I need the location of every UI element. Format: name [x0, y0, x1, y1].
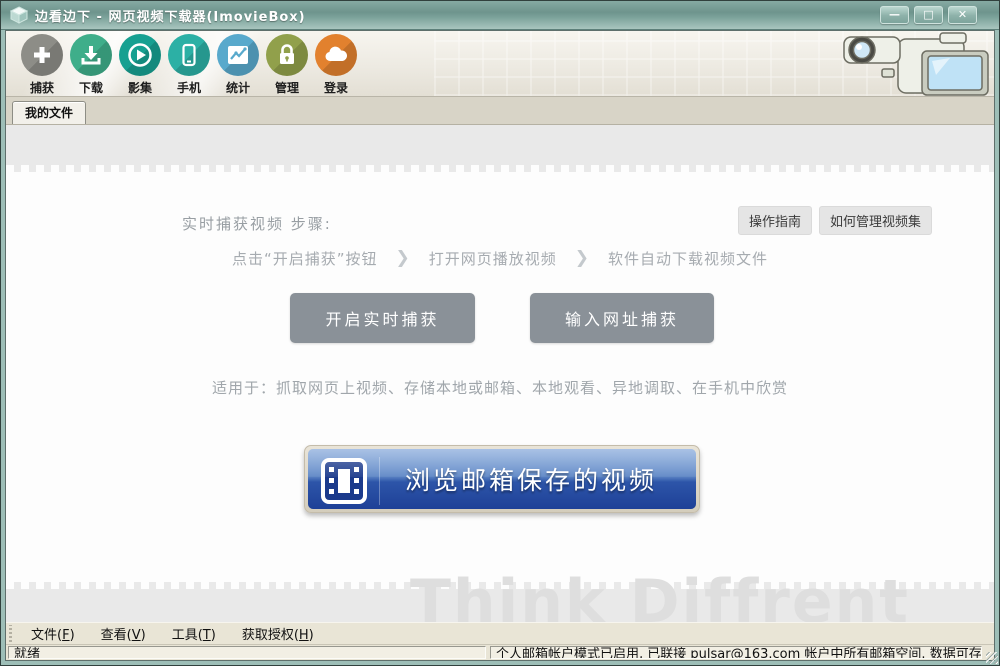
- step-3: 软件自动下载视频文件: [608, 248, 768, 269]
- toolbar-phone-button[interactable]: 手机: [165, 34, 213, 96]
- status-bar: 就绪 个人邮箱帐户模式已启用, 已联接 pulsar@163.com 帐户中所有…: [6, 645, 994, 660]
- minimize-button[interactable]: —: [880, 6, 909, 24]
- window-title: 边看边下 - 网页视频下载器(ImovieBox): [35, 6, 306, 25]
- toolbar-download-button[interactable]: 下载: [67, 34, 115, 96]
- camcorder-illustration: [840, 31, 992, 97]
- steps-row: 点击“开启捕获”按钮 ❯ 打开网页播放视频 ❯ 软件自动下载视频文件: [6, 246, 994, 270]
- main-toolbar: 捕获 下载: [6, 31, 994, 97]
- menu-view[interactable]: 查看(V): [88, 622, 159, 645]
- lock-icon: [266, 34, 308, 76]
- play-icon: [119, 34, 161, 76]
- toolbar-login-button[interactable]: 登录: [312, 34, 360, 96]
- toolbar-capture-button[interactable]: 捕获: [18, 34, 66, 96]
- window-controls: — □ ✕: [880, 6, 991, 24]
- browse-button-label: 浏览邮箱保存的视频: [380, 461, 696, 497]
- tab-bar: 我的文件: [6, 97, 994, 125]
- menu-bar: 文件(F) 查看(V) 工具(T) 获取授权(H): [6, 622, 994, 645]
- manage-collection-button[interactable]: 如何管理视频集: [819, 206, 932, 235]
- browse-mail-videos-button[interactable]: 浏览邮箱保存的视频: [304, 445, 700, 513]
- download-icon: [70, 34, 112, 76]
- maximize-button[interactable]: □: [914, 6, 943, 24]
- tab-my-files[interactable]: 我的文件: [12, 101, 86, 124]
- content-area: 实时捕获视频 步骤: 操作指南 如何管理视频集 点击“开启捕获”按钮 ❯ 打开网…: [6, 125, 994, 622]
- toolbar-manage-button[interactable]: 管理: [263, 34, 311, 96]
- film-strip-icon: [308, 457, 380, 505]
- enter-url-capture-button[interactable]: 输入网址捕获: [530, 293, 714, 343]
- toolbar-items: 捕获 下载: [18, 34, 360, 96]
- menu-file[interactable]: 文件(F): [18, 622, 88, 645]
- app-window: 边看边下 - 网页视频下载器(ImovieBox) — □ ✕ 捕获: [0, 0, 1000, 666]
- toolbar-stats-button[interactable]: 统计: [214, 34, 262, 96]
- app-cube-icon: [9, 5, 29, 25]
- chart-icon: [217, 34, 259, 76]
- close-button[interactable]: ✕: [948, 6, 977, 24]
- plus-icon: [21, 34, 63, 76]
- phone-icon: [168, 34, 210, 76]
- chevron-right-icon: ❯: [575, 248, 590, 268]
- status-account-info: 个人邮箱帐户模式已启用, 已联接 pulsar@163.com 帐户中所有邮箱空…: [490, 646, 982, 659]
- menu-tools[interactable]: 工具(T): [159, 622, 229, 645]
- section-title: 实时捕获视频 步骤:: [182, 213, 332, 234]
- chevron-right-icon: ❯: [396, 248, 411, 268]
- resize-grip[interactable]: [986, 652, 998, 664]
- cloud-icon: [315, 34, 357, 76]
- start-capture-button[interactable]: 开启实时捕获: [290, 293, 475, 343]
- toolbar-album-button[interactable]: 影集: [116, 34, 164, 96]
- menu-license[interactable]: 获取授权(H): [229, 622, 327, 645]
- operation-guide-button[interactable]: 操作指南: [738, 206, 812, 235]
- app-body: 捕获 下载: [5, 30, 995, 661]
- menu-grip-handle[interactable]: [9, 625, 12, 642]
- status-ready: 就绪: [8, 646, 486, 659]
- applicable-text: 适用于：抓取网页上视频、存储本地或邮箱、本地观看、异地调取、在手机中欣赏: [6, 377, 994, 398]
- step-1: 点击“开启捕获”按钮: [232, 248, 378, 269]
- help-buttons: 操作指南 如何管理视频集: [738, 206, 932, 235]
- step-2: 打开网页播放视频: [429, 248, 557, 269]
- title-bar: 边看边下 - 网页视频下载器(ImovieBox) — □ ✕: [1, 1, 999, 30]
